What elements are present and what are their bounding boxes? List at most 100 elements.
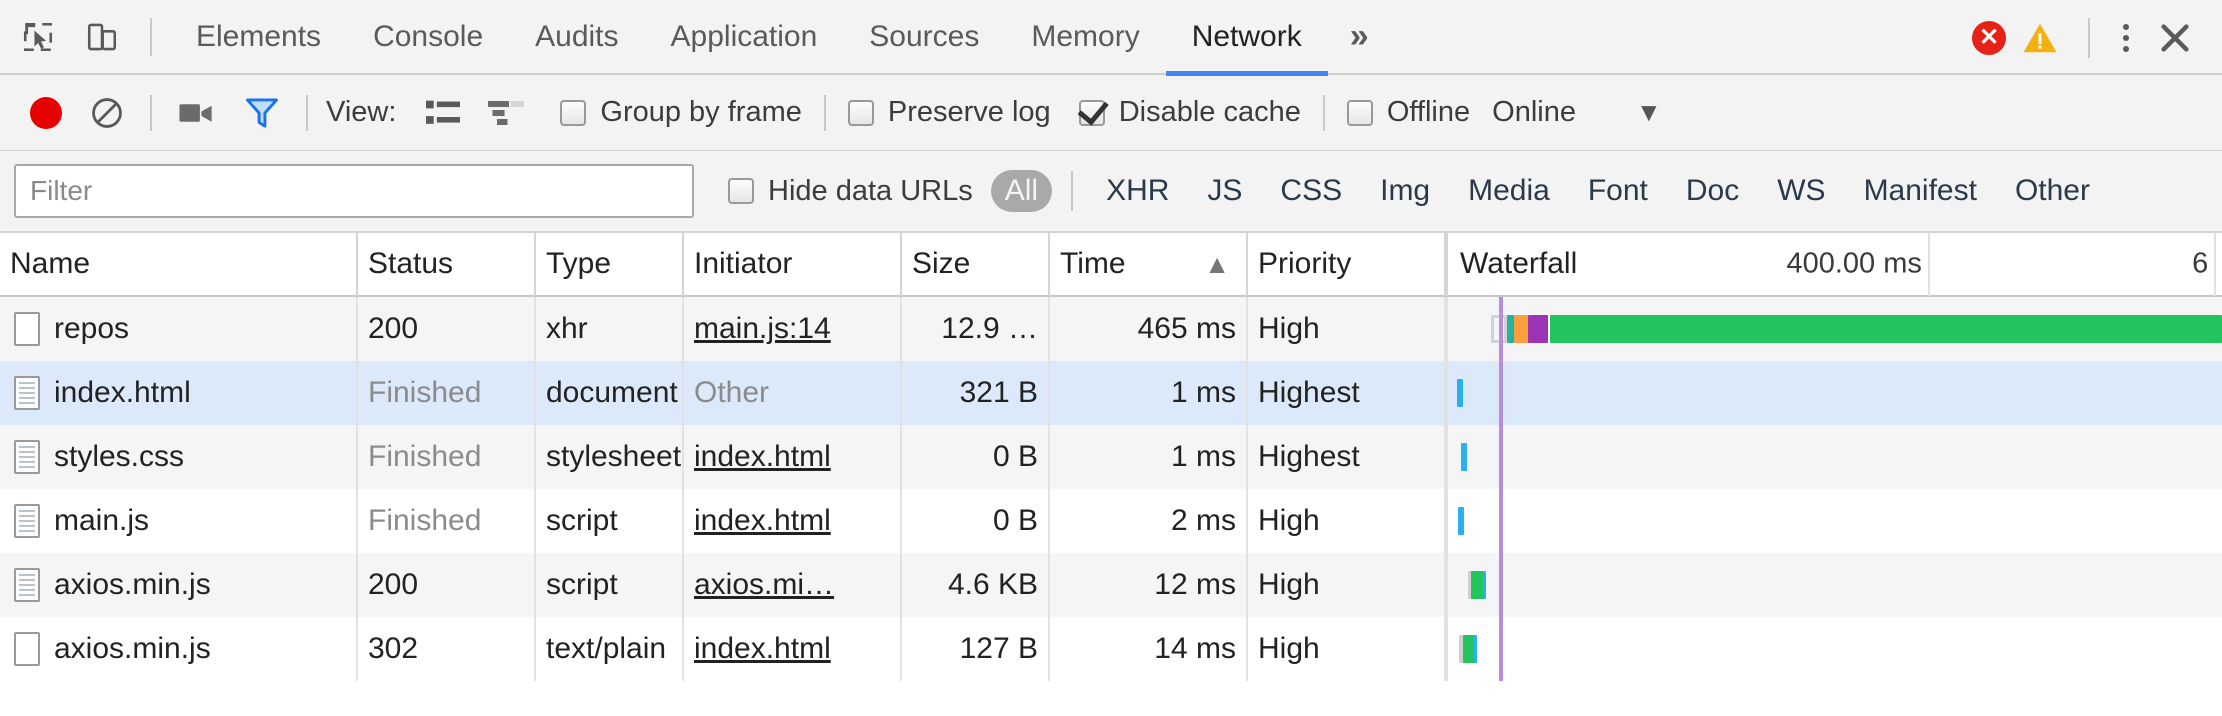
filter-chip-xhr[interactable]: XHR xyxy=(1092,170,1183,212)
cell-time: 2 ms xyxy=(1050,489,1248,553)
column-header-time[interactable]: Time▲ xyxy=(1050,232,1248,296)
inspect-cursor-icon[interactable] xyxy=(12,11,64,63)
cell-waterfall[interactable] xyxy=(1446,297,2222,361)
filter-chip-all[interactable]: All xyxy=(991,170,1052,212)
cell-waterfall[interactable] xyxy=(1446,425,2222,489)
group-by-frame-checkbox[interactable] xyxy=(560,100,586,126)
tab-memory[interactable]: Memory xyxy=(1005,0,1165,74)
error-count-icon[interactable]: ✕ xyxy=(1972,21,2006,55)
column-header-type[interactable]: Type xyxy=(536,232,684,296)
cell-name: axios.min.js xyxy=(0,617,358,681)
cell-priority-text: High xyxy=(1258,632,1320,666)
waterfall-segment xyxy=(1471,571,1483,599)
disable-cache-checkbox[interactable] xyxy=(1079,100,1105,126)
cell-initiator: Other xyxy=(684,361,902,425)
cell-status-text: Finished xyxy=(368,376,481,410)
cell-time: 12 ms xyxy=(1050,553,1248,617)
hide-data-urls-checkbox[interactable] xyxy=(728,178,754,204)
table-row[interactable]: repos200xhrmain.js:1412.9 …465 msHigh xyxy=(0,297,2222,361)
tab-sources[interactable]: Sources xyxy=(843,0,1005,74)
file-lined-icon xyxy=(14,376,40,410)
close-icon[interactable] xyxy=(2148,21,2202,55)
device-toggle-icon[interactable] xyxy=(76,11,128,63)
waterfall-segment xyxy=(1550,315,2222,343)
cell-priority-text: Highest xyxy=(1258,440,1360,474)
group-by-frame-control[interactable]: Group by frame xyxy=(560,96,801,129)
capture-screenshots-button[interactable] xyxy=(164,88,230,138)
column-header-priority[interactable]: Priority xyxy=(1248,232,1446,296)
column-header-label: Type xyxy=(546,247,611,281)
disable-cache-control[interactable]: Disable cache xyxy=(1079,96,1301,129)
cell-time-text: 12 ms xyxy=(1154,568,1236,602)
offline-control[interactable]: Offline xyxy=(1347,96,1470,129)
throttling-caret-icon[interactable]: ▼ xyxy=(1636,97,1662,128)
tab-elements[interactable]: Elements xyxy=(170,0,347,74)
filter-chip-other[interactable]: Other xyxy=(2001,170,2104,212)
filter-chip-media[interactable]: Media xyxy=(1454,170,1564,212)
cell-initiator[interactable]: index.html xyxy=(684,617,902,681)
filter-chip-css[interactable]: CSS xyxy=(1266,170,1356,212)
cell-size-text: 12.9 … xyxy=(941,312,1038,346)
cell-size: 0 B xyxy=(902,489,1050,553)
filter-chip-img[interactable]: Img xyxy=(1366,170,1444,212)
cell-waterfall[interactable] xyxy=(1446,553,2222,617)
filter-chip-doc[interactable]: Doc xyxy=(1672,170,1753,212)
column-header-name[interactable]: Name xyxy=(0,232,358,296)
cell-initiator-text: index.html xyxy=(694,440,831,474)
cell-time: 1 ms xyxy=(1050,361,1248,425)
waterfall-view-button[interactable] xyxy=(474,88,538,138)
file-lined-icon xyxy=(14,504,40,538)
table-row[interactable]: main.jsFinishedscriptindex.html0 B2 msHi… xyxy=(0,489,2222,553)
waterfall-header[interactable]: Waterfall400.00 ms6 xyxy=(1446,232,2222,296)
waterfall-segment xyxy=(1458,507,1464,535)
filter-chip-manifest[interactable]: Manifest xyxy=(1850,170,1991,212)
column-header-status[interactable]: Status xyxy=(358,232,536,296)
tab-network[interactable]: Network xyxy=(1166,0,1328,74)
tab-audits[interactable]: Audits xyxy=(509,0,644,74)
tab-console[interactable]: Console xyxy=(347,0,509,74)
cell-initiator[interactable]: main.js:14 xyxy=(684,297,902,361)
warning-triangle-icon[interactable] xyxy=(2022,21,2058,55)
record-button[interactable] xyxy=(16,88,76,138)
throttling-select[interactable]: Online xyxy=(1492,96,1576,129)
cell-waterfall[interactable] xyxy=(1446,489,2222,553)
column-header-size[interactable]: Size xyxy=(902,232,1050,296)
filter-chip-js[interactable]: JS xyxy=(1193,170,1256,212)
cell-waterfall[interactable] xyxy=(1446,617,2222,681)
column-header-initiator[interactable]: Initiator xyxy=(684,232,902,296)
cell-name: styles.css xyxy=(0,425,358,489)
clear-button[interactable] xyxy=(76,88,138,138)
table-row[interactable]: index.htmlFinisheddocumentOther321 B1 ms… xyxy=(0,361,2222,425)
more-tabs-icon[interactable]: » xyxy=(1328,0,1388,74)
cell-initiator[interactable]: axios.mi… xyxy=(684,553,902,617)
tabbar-divider xyxy=(150,18,152,56)
file-lined-icon xyxy=(14,440,40,474)
list-view-button[interactable] xyxy=(412,88,474,138)
file-blank-icon xyxy=(14,632,40,666)
tab-application[interactable]: Application xyxy=(645,0,844,74)
table-row[interactable]: styles.cssFinishedstylesheetindex.html0 … xyxy=(0,425,2222,489)
waterfall-segment xyxy=(1507,315,1514,343)
error-glyph: ✕ xyxy=(1979,26,1999,50)
waterfall-segment xyxy=(1463,635,1475,663)
table-row[interactable]: axios.min.js302text/plainindex.html127 B… xyxy=(0,617,2222,681)
cell-type: script xyxy=(536,489,684,553)
cell-initiator[interactable]: index.html xyxy=(684,489,902,553)
kebab-menu-icon[interactable] xyxy=(2104,24,2148,52)
table-row[interactable]: axios.min.js200scriptaxios.mi…4.6 KB12 m… xyxy=(0,553,2222,617)
filter-chip-ws[interactable]: WS xyxy=(1763,170,1839,212)
toolbar-divider-1 xyxy=(150,95,152,131)
cell-status: 302 xyxy=(358,617,536,681)
cell-waterfall[interactable] xyxy=(1446,361,2222,425)
cell-initiator[interactable]: index.html xyxy=(684,425,902,489)
filter-chip-font[interactable]: Font xyxy=(1574,170,1662,212)
cell-priority-text: High xyxy=(1258,504,1320,538)
request-name: axios.min.js xyxy=(54,632,211,666)
preserve-log-checkbox[interactable] xyxy=(848,100,874,126)
preserve-log-control[interactable]: Preserve log xyxy=(848,96,1051,129)
offline-checkbox[interactable] xyxy=(1347,100,1373,126)
hide-data-urls-control[interactable]: Hide data URLs xyxy=(728,175,973,208)
cell-type-text: document xyxy=(546,376,678,410)
filter-toggle-button[interactable] xyxy=(230,88,294,138)
filter-input[interactable] xyxy=(14,164,694,218)
